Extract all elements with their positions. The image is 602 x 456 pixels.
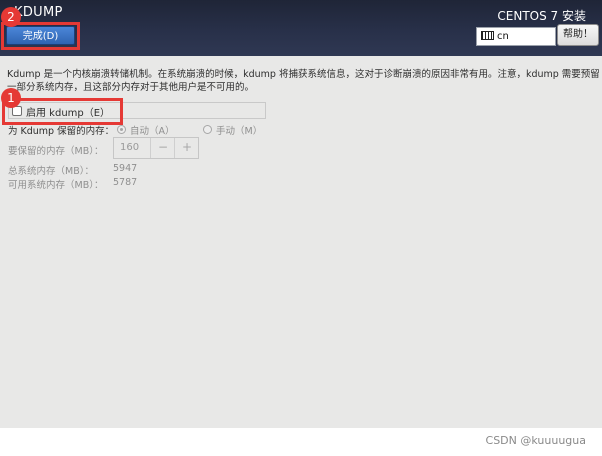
help-button[interactable]: 帮助！ — [557, 24, 599, 46]
total-memory-value: 5947 — [113, 163, 138, 174]
reserve-amount-spinner[interactable]: 160 − + — [113, 137, 199, 159]
description-line-2: 一部分系统内存，且这部分内存对于其他用户是不可用的。 — [7, 82, 255, 93]
product-title: CENTOS 7 安装 — [497, 9, 586, 23]
decrement-button[interactable]: − — [150, 138, 175, 158]
kdump-description: Kdump 是一个内核崩溃转储机制。在系统崩溃的时候，kdump 将捕获系统信息… — [7, 68, 602, 94]
reserve-amount-label: 要保留的内存（MB）： — [8, 146, 104, 157]
usable-memory-value: 5787 — [113, 177, 138, 188]
description-line-1: Kdump 是一个内核崩溃转储机制。在系统崩溃的时候，kdump 将捕获系统信息… — [7, 69, 600, 80]
kdump-screen: KDUMP 完成(D) CENTOS 7 安装 cn 帮助！ Kdump 是一个… — [0, 0, 602, 428]
keyboard-icon — [481, 30, 494, 40]
annotation-badge-1: 1 — [1, 88, 21, 108]
manual-radio[interactable] — [203, 125, 212, 134]
watermark: CSDN @kuuuugua — [485, 434, 586, 447]
reserve-amount-value[interactable]: 160 — [120, 142, 139, 153]
usable-memory-label: 可用系统内存（MB）： — [8, 180, 104, 191]
page-title: KDUMP — [14, 5, 63, 20]
total-memory-label: 总系统内存（MB）： — [8, 166, 94, 177]
manual-option-label: 手动（M） — [216, 126, 263, 137]
auto-option-label: 自动（A） — [130, 126, 175, 137]
increment-button[interactable]: + — [174, 138, 199, 158]
keyboard-layout-indicator[interactable]: cn — [476, 27, 556, 46]
reserve-memory-label: 为 Kdump 保留的内存： — [8, 126, 115, 137]
annotation-badge-2: 2 — [1, 7, 21, 27]
auto-radio[interactable] — [117, 125, 126, 134]
keyboard-layout-label: cn — [497, 31, 509, 42]
header-bar: KDUMP 完成(D) CENTOS 7 安装 cn 帮助！ — [0, 0, 602, 56]
